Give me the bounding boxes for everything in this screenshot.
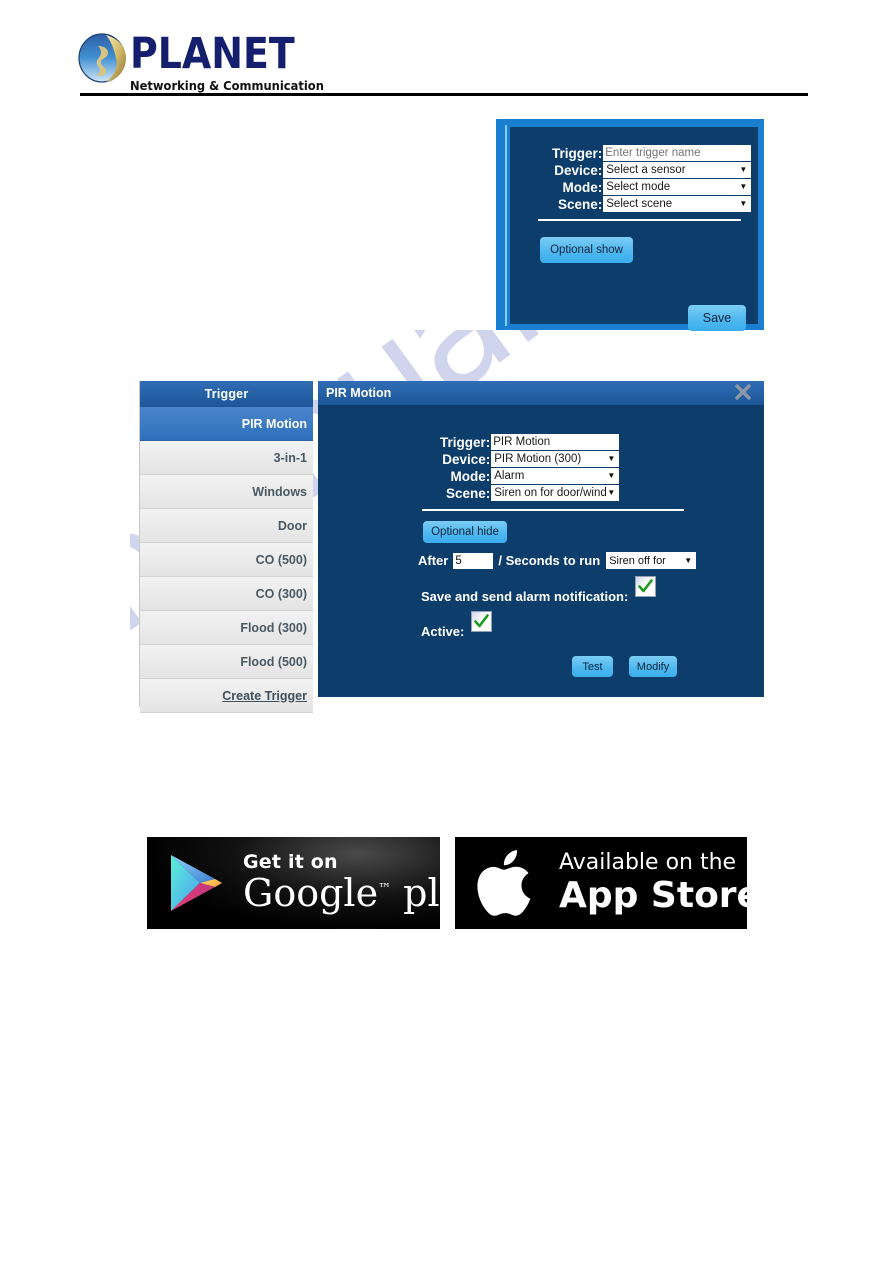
chevron-down-icon: ▼ — [607, 488, 616, 497]
seconds-to-run-label: / Seconds to run — [498, 553, 601, 568]
list-item-label: Flood (300) — [240, 620, 307, 635]
pir-mode-label: Mode: — [450, 468, 491, 484]
chevron-down-icon: ▼ — [739, 199, 748, 208]
chevron-down-icon: ▼ — [607, 471, 616, 480]
check-icon — [638, 579, 654, 593]
app-store-badge[interactable]: Available on the App Store — [455, 837, 747, 929]
page-header: PLANET Networking & Communication — [0, 0, 893, 100]
trigger-field-label: Trigger: — [552, 145, 603, 161]
chevron-down-icon: ▼ — [739, 182, 748, 191]
pir-scene-select-value: Siren on for door/wind — [494, 487, 607, 499]
list-item-label: CO (300) — [255, 586, 307, 601]
create-trigger-form: Trigger: Device: Select a sensor ▼ Mode:… — [552, 145, 752, 212]
device-select[interactable]: Select a sensor ▼ — [603, 162, 752, 178]
google-play-icon — [171, 855, 222, 911]
google-word: Google — [243, 870, 379, 915]
create-trigger-dialog: Trigger: Device: Select a sensor ▼ Mode:… — [496, 119, 764, 331]
pir-motion-panel: PIR Motion Trigger: Device: PIR Motion (… — [318, 381, 764, 697]
chevron-down-icon: ▼ — [684, 556, 693, 565]
mode-field-label: Mode: — [562, 179, 603, 195]
apple-logo-icon — [477, 850, 531, 916]
pir-trigger-input[interactable] — [491, 434, 620, 450]
close-icon[interactable] — [733, 382, 753, 402]
pir-form: Trigger: Device: PIR Motion (300) ▼ Mode… — [440, 434, 620, 501]
seconds-input[interactable] — [453, 552, 494, 569]
after-label: After — [418, 553, 449, 568]
pir-mode-select[interactable]: Alarm ▼ — [491, 468, 620, 484]
active-label: Active: — [421, 624, 465, 639]
save-button[interactable]: Save — [688, 305, 746, 331]
pir-scene-select[interactable]: Siren on for door/wind ▼ — [491, 485, 620, 501]
list-item[interactable]: 3-in-1 — [140, 441, 313, 475]
pir-mode-select-value: Alarm — [494, 470, 525, 482]
device-field-label: Device: — [554, 162, 603, 178]
create-trigger-dialog-body: Trigger: Device: Select a sensor ▼ Mode:… — [505, 125, 758, 331]
device-select-value: Select a sensor — [606, 164, 686, 176]
app-store-line1: Available on the — [559, 849, 737, 875]
list-item-label: Door — [277, 518, 307, 533]
scene-select[interactable]: Select scene ▼ — [603, 196, 752, 212]
notify-row: Save and send alarm notification: — [421, 576, 657, 607]
create-trigger-link[interactable]: Create Trigger — [140, 679, 313, 713]
google-trademark: ™ — [378, 880, 392, 896]
header-divider — [80, 93, 808, 96]
list-item[interactable]: CO (300) — [140, 577, 313, 611]
optional-show-button[interactable]: Optional show — [540, 237, 633, 263]
list-item[interactable]: PIR Motion — [140, 407, 313, 441]
trigger-name-input[interactable] — [603, 145, 752, 161]
check-icon — [474, 614, 490, 628]
play-word: play — [403, 870, 440, 915]
pir-panel-title: PIR Motion — [326, 386, 392, 400]
pir-device-label: Device: — [442, 451, 491, 467]
google-play-line2: Google™ play — [243, 870, 440, 915]
list-item[interactable]: Windows — [140, 475, 313, 509]
app-store-line2: App Store — [559, 874, 747, 916]
pir-panel-divider — [422, 509, 684, 511]
after-seconds-row: After / Seconds to run Siren off for ▼ — [418, 552, 697, 569]
create-trigger-link-label: Create Trigger — [222, 688, 307, 703]
list-item-label: CO (500) — [255, 552, 307, 567]
run-scene-select[interactable]: Siren off for ▼ — [606, 552, 697, 569]
chevron-down-icon: ▼ — [739, 165, 748, 174]
trigger-list-header: Trigger — [140, 381, 313, 407]
trigger-list-panel: Trigger PIR Motion 3-in-1 Windows Door C… — [139, 381, 313, 713]
pir-scene-label: Scene: — [445, 485, 491, 501]
notify-label: Save and send alarm notification: — [421, 589, 629, 604]
create-dialog-divider — [538, 219, 741, 221]
active-checkbox[interactable] — [471, 611, 493, 632]
list-item-label: 3-in-1 — [273, 450, 307, 465]
brand-tagline: Networking & Communication — [130, 77, 324, 93]
mode-select-value: Select mode — [606, 181, 671, 193]
scene-field-label: Scene: — [557, 196, 603, 212]
pir-panel-titlebar: PIR Motion — [318, 381, 764, 405]
list-item-label: Windows — [252, 484, 307, 499]
list-item[interactable]: Flood (500) — [140, 645, 313, 679]
pir-trigger-label: Trigger: — [440, 434, 491, 450]
app-store-text: Available on the App Store — [559, 849, 747, 916]
planet-logo: PLANET Networking & Communication — [76, 32, 341, 93]
active-row: Active: — [421, 611, 493, 642]
test-button[interactable]: Test — [572, 656, 613, 677]
list-item-label: Flood (500) — [240, 654, 307, 669]
optional-hide-button[interactable]: Optional hide — [423, 521, 507, 543]
scene-select-value: Select scene — [606, 198, 673, 210]
google-play-badge[interactable]: Get it on Google™ play — [147, 837, 440, 929]
google-play-line1: Get it on — [243, 850, 338, 873]
mode-select[interactable]: Select mode ▼ — [603, 179, 752, 195]
planet-globe-icon — [78, 33, 126, 83]
pir-device-select-value: PIR Motion (300) — [494, 453, 582, 465]
google-play-text: Get it on Google™ play — [243, 850, 440, 915]
brand-name: PLANET — [130, 29, 295, 79]
run-scene-select-value: Siren off for — [609, 554, 666, 567]
list-item-label: PIR Motion — [241, 416, 307, 431]
pir-device-select[interactable]: PIR Motion (300) ▼ — [491, 451, 620, 467]
list-item[interactable]: CO (500) — [140, 543, 313, 577]
notify-checkbox[interactable] — [635, 576, 657, 597]
modify-button[interactable]: Modify — [629, 656, 677, 677]
chevron-down-icon: ▼ — [607, 454, 616, 463]
list-item[interactable]: Door — [140, 509, 313, 543]
list-item[interactable]: Flood (300) — [140, 611, 313, 645]
